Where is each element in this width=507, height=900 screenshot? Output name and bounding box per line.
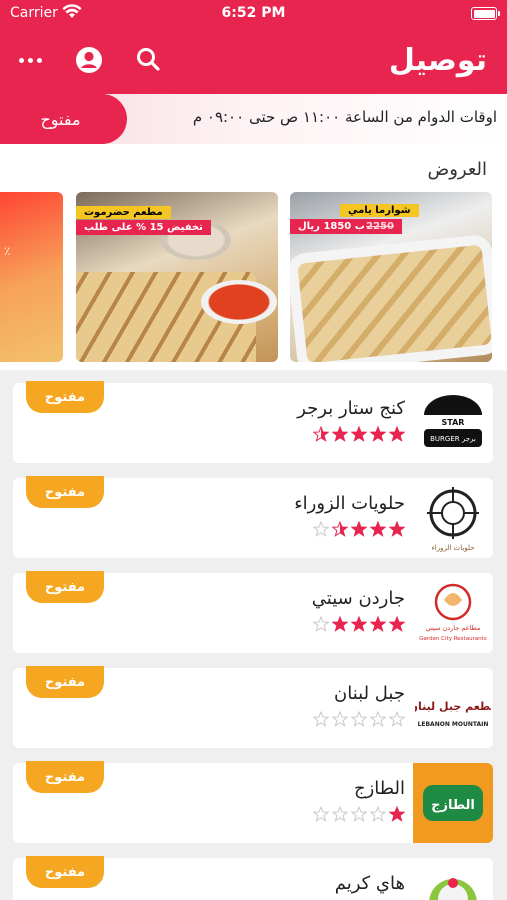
offer-card[interactable]: شوارما يامي ب 1850 ريال 2250 bbox=[290, 192, 492, 362]
star-empty-icon bbox=[313, 711, 329, 727]
app-header: توصيل bbox=[0, 28, 507, 94]
user-icon[interactable] bbox=[73, 44, 105, 76]
restaurant-card[interactable]: مطعم جبل لبنان LEBANON MOUNTAIN جبل لبنا… bbox=[13, 666, 493, 748]
status-bar: Carrier 6:52 PM bbox=[0, 0, 507, 28]
restaurant-name: جبل لبنان bbox=[334, 683, 405, 704]
star-empty-icon bbox=[332, 806, 348, 822]
offers-section: العروض شوارما يامي ب 1850 ريال 2250 مطعم… bbox=[0, 144, 507, 370]
star-empty-icon bbox=[313, 616, 329, 632]
working-hours-banner: مفتوح اوقات الدوام من الساعة ١١:٠٠ ص حتى… bbox=[0, 94, 507, 144]
star-filled-icon bbox=[389, 806, 405, 822]
star-filled-icon bbox=[389, 616, 405, 632]
logo-text-bottom: LEBANON MOUNTAIN bbox=[418, 721, 489, 728]
star-empty-icon bbox=[351, 806, 367, 822]
offers-title: العروض bbox=[427, 159, 487, 180]
star-half-icon bbox=[332, 521, 348, 537]
offer-discount-tag: تخفيض 15 % على طلب bbox=[76, 220, 211, 235]
logo-text-top: مطعم جبل لبنان bbox=[415, 700, 491, 713]
app-screen: Carrier 6:52 PM توصيل مفتوح اوقات الدوام… bbox=[0, 0, 507, 900]
star-empty-icon bbox=[389, 711, 405, 727]
star-filled-icon bbox=[332, 426, 348, 442]
logo-text-bottom: BURGER برجر bbox=[430, 435, 476, 443]
logo-text-top: مطاعم جاردن سيتي bbox=[426, 624, 481, 632]
open-badge: مفتوح bbox=[26, 571, 104, 603]
search-icon[interactable] bbox=[133, 44, 165, 76]
restaurant-logo bbox=[413, 858, 493, 900]
status-time: 6:52 PM bbox=[221, 5, 286, 21]
star-filled-icon bbox=[389, 426, 405, 442]
star-empty-icon bbox=[332, 711, 348, 727]
offer-restaurant-tag: مطعم حضرموت bbox=[76, 206, 171, 219]
more-icon[interactable] bbox=[15, 44, 47, 76]
restaurant-logo: مطاعم جاردن سيتي Garden City Restaurants bbox=[413, 573, 493, 653]
fresh-logo-icon: الطازج bbox=[423, 785, 483, 821]
restaurant-name: هاي كريم bbox=[334, 873, 405, 894]
sweets-logo-icon: حلويات الزوراء bbox=[427, 487, 479, 552]
star-empty-icon bbox=[370, 711, 386, 727]
restaurant-card[interactable]: مطاعم جاردن سيتي Garden City Restaurants… bbox=[13, 571, 493, 653]
star-half-icon bbox=[313, 426, 329, 442]
rating-stars bbox=[313, 616, 405, 632]
rating-stars bbox=[313, 711, 405, 727]
star-filled-icon bbox=[370, 426, 386, 442]
working-hours-text: اوقات الدوام من الساعة ١١:٠٠ ص حتى ٠٩:٠٠… bbox=[192, 108, 497, 126]
restaurant-card[interactable]: الطازج الطازج مفتوح bbox=[13, 761, 493, 843]
restaurant-card[interactable]: STAR BURGER برجر كنج ستار برجر مفتوح bbox=[13, 381, 493, 463]
restaurant-logo: الطازج bbox=[413, 763, 493, 843]
restaurant-card[interactable]: حلويات الزوراء حلويات الزوراء مفتوح bbox=[13, 476, 493, 558]
mountain-logo-icon: مطعم جبل لبنان LEBANON MOUNTAIN bbox=[415, 700, 491, 728]
offer-image bbox=[297, 244, 492, 362]
star-empty-icon bbox=[313, 521, 329, 537]
star-filled-icon bbox=[389, 521, 405, 537]
star-empty-icon bbox=[351, 711, 367, 727]
star-empty-icon bbox=[313, 806, 329, 822]
page-title: توصيل bbox=[388, 43, 487, 78]
open-badge: مفتوح bbox=[26, 381, 104, 413]
restaurant-logo: مطعم جبل لبنان LEBANON MOUNTAIN bbox=[413, 668, 493, 748]
logo-text-top: STAR bbox=[442, 418, 465, 427]
restaurant-name: حلويات الزوراء bbox=[294, 493, 405, 514]
logo-text-bottom: حلويات الزوراء bbox=[431, 544, 474, 552]
chef-logo-icon: مطاعم جاردن سيتي Garden City Restaurants bbox=[419, 583, 487, 642]
offer-new-price: ب 1850 ريال bbox=[298, 221, 365, 232]
restaurant-name: الطازج bbox=[353, 778, 405, 799]
star-filled-icon bbox=[370, 616, 386, 632]
star-filled-icon bbox=[370, 521, 386, 537]
star-filled-icon bbox=[351, 426, 367, 442]
star-filled-icon bbox=[351, 521, 367, 537]
restaurant-card[interactable]: هاي كريم مفتوح bbox=[13, 856, 493, 900]
offer-restaurant-tag: شوارما يامي bbox=[340, 204, 419, 217]
restaurant-logo: حلويات الزوراء bbox=[413, 478, 493, 558]
open-badge: مفتوح bbox=[26, 761, 104, 793]
offer-image bbox=[201, 280, 277, 324]
battery-icon bbox=[471, 7, 500, 20]
logo-text-top: الطازج bbox=[431, 798, 475, 813]
offer-price-tag: ب 1850 ريال 2250 bbox=[290, 219, 402, 234]
star-empty-icon bbox=[370, 806, 386, 822]
top-bar: Carrier 6:52 PM توصيل bbox=[0, 0, 507, 94]
restaurant-logo: STAR BURGER برجر bbox=[413, 383, 493, 463]
star-filled-icon bbox=[351, 616, 367, 632]
open-badge: مفتوح bbox=[26, 476, 104, 508]
open-badge: مفتوح bbox=[26, 666, 104, 698]
rating-stars bbox=[313, 426, 405, 442]
star-filled-icon bbox=[332, 616, 348, 632]
open-status-tab: مفتوح bbox=[0, 94, 127, 144]
restaurant-name: كنج ستار برجر bbox=[297, 398, 405, 419]
offer-card[interactable]: ٪ bbox=[0, 192, 63, 362]
open-badge: مفتوح bbox=[26, 856, 104, 888]
restaurant-name: جاردن سيتي bbox=[311, 588, 405, 609]
rating-stars bbox=[313, 806, 405, 822]
burger-logo-icon: STAR BURGER برجر bbox=[424, 395, 482, 447]
logo-text-bottom: Garden City Restaurants bbox=[419, 636, 487, 642]
rating-stars bbox=[313, 521, 405, 537]
offer-card[interactable]: مطعم حضرموت تخفيض 15 % على طلب bbox=[76, 192, 278, 362]
ice-cream-logo-icon bbox=[429, 878, 477, 900]
offer-old-price: 2250 bbox=[366, 221, 394, 232]
offer-glyph: ٪ bbox=[4, 244, 11, 258]
